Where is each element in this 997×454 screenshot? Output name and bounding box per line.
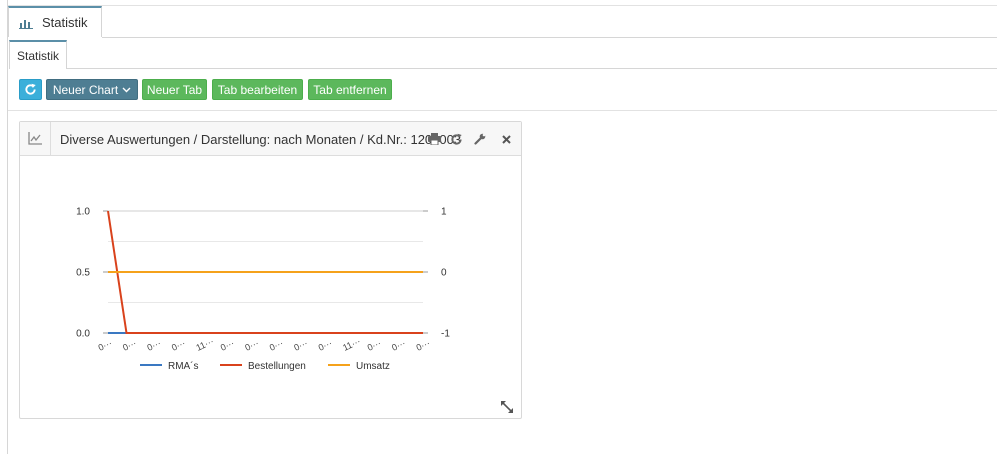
sub-tab-divider [67,68,997,69]
right-axis-tick-label: 1 [441,207,447,218]
legend-label: Bestellungen [248,361,306,372]
sub-tab-label: Statistik [16,48,59,63]
remove-tab-button[interactable]: Tab entfernen [308,79,392,100]
left-border [7,0,8,454]
new-chart-label: Neuer Chart [52,82,119,97]
bar-chart-icon [19,19,33,29]
x-axis-tick-label: 0··· [268,338,285,353]
legend-label: RMA´s [168,360,199,372]
close-icon[interactable] [499,132,513,146]
chevron-down-icon [122,87,131,92]
legend-label: Umsatz [356,361,390,372]
toolbar-divider [8,110,997,111]
x-axis-tick-label: 0··· [170,338,187,353]
resize-icon[interactable] [500,400,514,414]
chart-panel-title: Diverse Auswertungen / Darstellung: nach… [60,132,462,147]
x-axis-tick-label: 0··· [243,338,260,353]
left-axis-tick-label: 1.0 [76,207,90,218]
x-axis-tick-label: 0··· [146,338,163,353]
x-axis-tick-label: 11··· [194,336,215,353]
x-axis-tick-label: 0··· [121,338,138,353]
right-axis-tick-label: -1 [441,329,450,340]
x-axis-tick-label: 0··· [366,338,383,353]
refresh-button[interactable] [19,79,42,100]
chart-panel: Diverse Auswertungen / Darstellung: nach… [19,121,522,419]
left-axis-tick-label: 0.5 [76,268,90,279]
right-axis-tick-label: 0 [441,268,447,279]
left-axis-tick-label: 0.0 [76,329,90,340]
line-chart-icon [27,132,42,145]
x-axis-tick-label: 0··· [415,338,432,353]
chart-panel-header: Diverse Auswertungen / Darstellung: nach… [20,122,521,156]
main-tab-divider [102,37,997,38]
reload-icon[interactable] [449,132,463,146]
print-icon[interactable] [427,132,441,146]
new-tab-button[interactable]: Neuer Tab [142,79,207,100]
top-border [8,5,997,6]
x-axis-tick-label: 0··· [390,338,407,353]
x-axis-tick-label: 0··· [292,338,309,353]
panel-icon-box [20,122,51,155]
x-axis-tick-label: 0··· [97,338,114,353]
main-tab-label: Statistik [42,15,88,30]
tab-statistik-main[interactable]: Statistik [8,6,102,37]
x-axis-tick-label: 11··· [341,336,362,353]
tab-statistik-sub[interactable]: Statistik [9,40,67,69]
refresh-icon [25,83,36,95]
wrench-icon[interactable] [473,132,487,146]
x-axis-tick-label: 0··· [317,338,334,353]
line-chart: 1.0 0.5 0.0 1 0 -1 0··· 0··· 0··· 0··· 11··· 0··· 0·… [76,207,450,373]
x-axis-tick-label: 0··· [219,338,236,353]
new-chart-button[interactable]: Neuer Chart [46,79,138,100]
edit-tab-button[interactable]: Tab bearbeiten [212,79,303,100]
